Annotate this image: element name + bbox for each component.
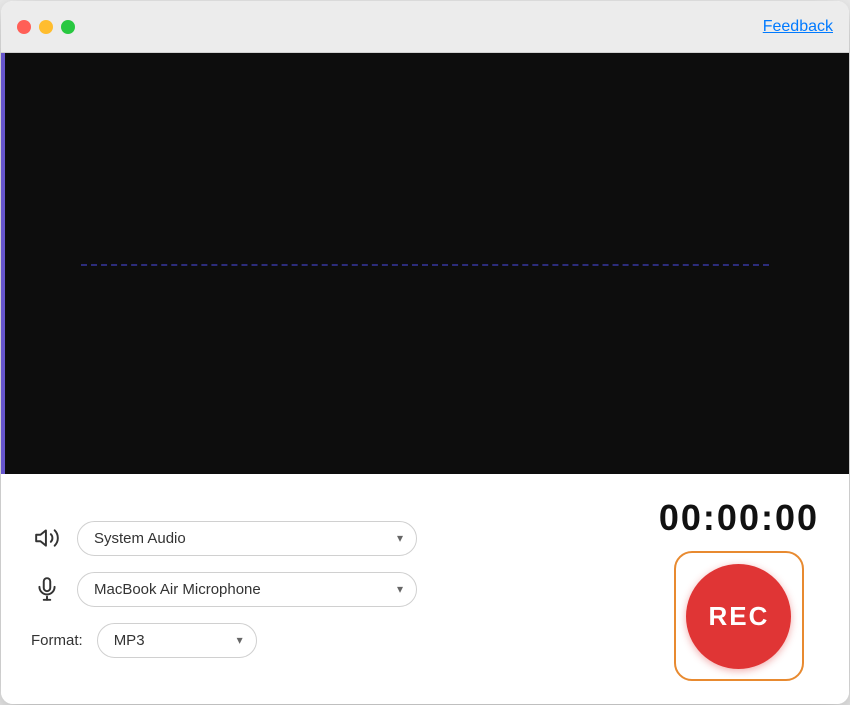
- microphone-select[interactable]: MacBook Air Microphone None: [77, 572, 417, 607]
- video-preview-area: [1, 53, 849, 474]
- rec-button-container[interactable]: REC: [674, 551, 804, 681]
- timer-display: 00:00:00: [659, 497, 819, 539]
- system-audio-row: System Audio None ▾: [31, 521, 619, 556]
- speaker-icon: [31, 522, 63, 554]
- rec-label: REC: [708, 601, 769, 632]
- speaker-svg: [34, 525, 60, 551]
- microphone-select-wrapper: MacBook Air Microphone None ▾: [77, 572, 417, 607]
- maximize-button[interactable]: [61, 20, 75, 34]
- system-audio-select-wrapper: System Audio None ▾: [77, 521, 417, 556]
- controls-right: 00:00:00 REC: [659, 497, 819, 681]
- main-window: Feedback System Audio None: [1, 1, 849, 704]
- window-controls: [17, 20, 75, 34]
- format-label: Format:: [31, 632, 83, 649]
- controls-panel: System Audio None ▾: [1, 474, 849, 704]
- format-select-wrapper: MP3 WAV AAC FLAC ▾: [97, 623, 257, 658]
- system-audio-select[interactable]: System Audio None: [77, 521, 417, 556]
- feedback-link[interactable]: Feedback: [763, 18, 833, 36]
- audio-waveform-line: [81, 264, 769, 266]
- microphone-svg: [34, 576, 60, 602]
- close-button[interactable]: [17, 20, 31, 34]
- minimize-button[interactable]: [39, 20, 53, 34]
- rec-button[interactable]: REC: [686, 564, 791, 669]
- controls-left: System Audio None ▾: [31, 521, 619, 658]
- left-accent: [1, 53, 5, 474]
- format-select[interactable]: MP3 WAV AAC FLAC: [97, 623, 257, 658]
- microphone-icon: [31, 573, 63, 605]
- microphone-row: MacBook Air Microphone None ▾: [31, 572, 619, 607]
- format-row: Format: MP3 WAV AAC FLAC ▾: [31, 623, 619, 658]
- titlebar: Feedback: [1, 1, 849, 53]
